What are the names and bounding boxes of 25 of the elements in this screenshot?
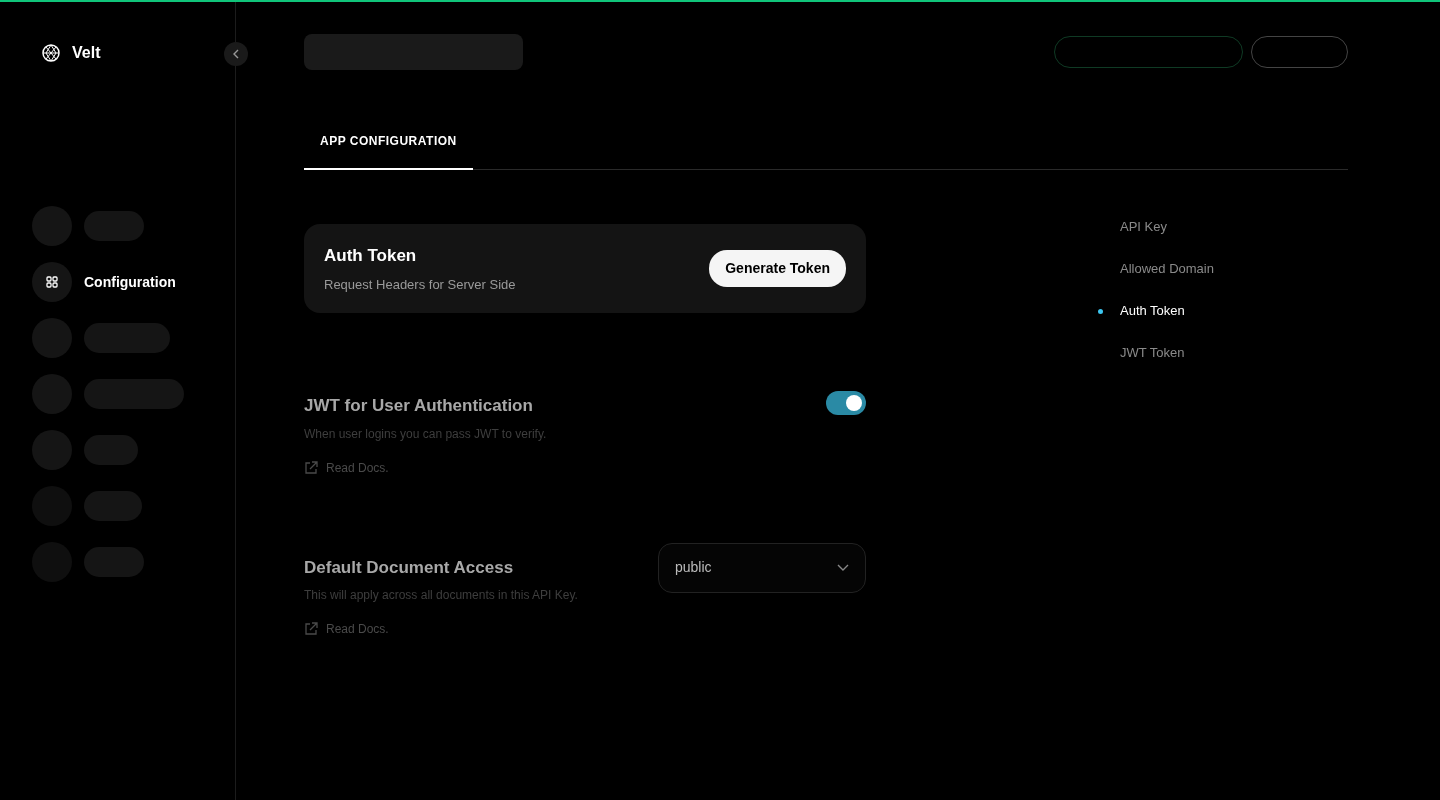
grid-icon: [46, 276, 58, 288]
chevron-down-icon: [837, 563, 849, 572]
card-subtitle: Request Headers for Server Side: [324, 275, 516, 294]
setting-title: JWT for User Authentication: [304, 395, 534, 417]
menu-icon-button[interactable]: [32, 262, 72, 302]
toggle-switch[interactable]: [826, 391, 866, 415]
generate-token-button[interactable]: Generate Token: [709, 250, 846, 287]
brand-name: Velt: [72, 43, 101, 63]
external-link-icon: [304, 460, 318, 475]
sidebar-item[interactable]: Configuration: [84, 271, 176, 293]
section-nav-item[interactable]: Allowed Domain: [1098, 258, 1348, 280]
active-dot-icon: [1098, 308, 1103, 314]
setting-title: Default Document Access: [304, 556, 515, 579]
card-title: Auth Token: [324, 245, 418, 267]
tab[interactable]: APP CONFIGURATION: [304, 122, 473, 170]
chevron-left-icon: [232, 49, 240, 59]
setting-description: This will apply across all documents in this API Key.: [304, 587, 578, 604]
access-select[interactable]: public: [658, 542, 866, 593]
section-nav-item[interactable]: API Key: [1098, 216, 1348, 238]
section-nav-item[interactable]: JWT Token: [1098, 342, 1348, 364]
external-link-icon: [304, 622, 318, 636]
logo-icon: [42, 44, 60, 62]
setting-description: When user logins you can pass JWT to verify.: [304, 425, 547, 443]
collapse-button[interactable]: [224, 42, 248, 66]
section-nav-item[interactable]: Auth Token: [1098, 300, 1348, 322]
